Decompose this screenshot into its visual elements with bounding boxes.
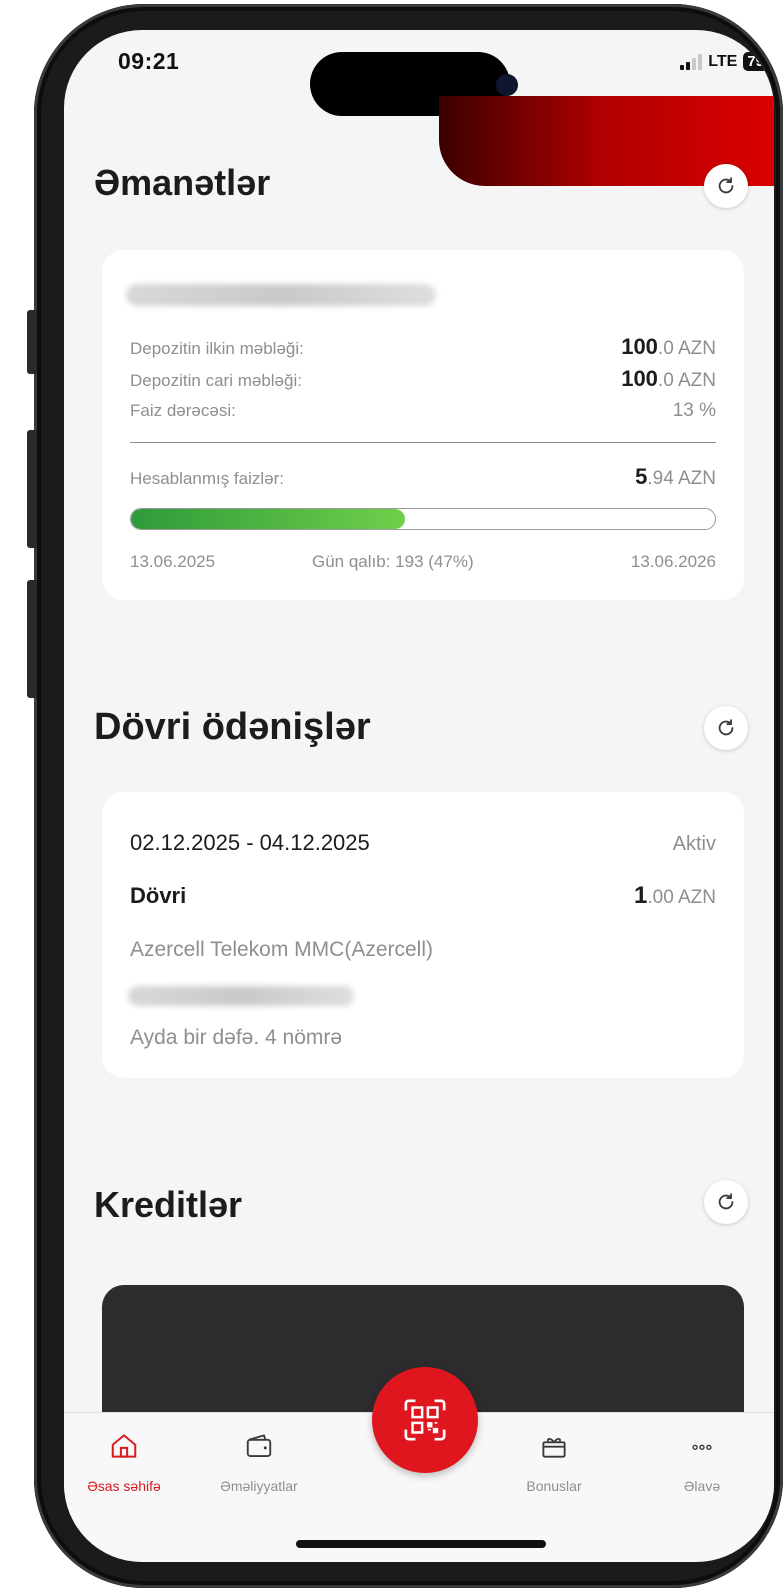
periodic-payment-card[interactable]: 02.12.2025 - 04.12.2025 Aktiv Dövri 1.00… xyxy=(102,792,744,1078)
action-button xyxy=(27,310,37,374)
refresh-icon xyxy=(718,1193,734,1210)
loans-title: Kreditlər xyxy=(94,1184,243,1225)
deposit-card[interactable]: Depozitin ilkin məbləği: 100.0 AZN Depoz… xyxy=(102,250,744,600)
status-time: 09:21 xyxy=(118,48,180,74)
periodic-type-row: Dövri 1.00 AZN xyxy=(130,882,716,909)
deposit-account-redacted xyxy=(126,284,436,306)
volume-up-button xyxy=(27,430,37,548)
signal-icon xyxy=(680,53,703,70)
deposit-current-row: Depozitin cari məbləği: 100.0 AZN xyxy=(130,366,716,391)
periodic-status: Aktiv xyxy=(672,833,716,855)
periodic-title: Dövri ödənişlər xyxy=(94,706,371,748)
deposits-title: Əmanətlər xyxy=(94,162,271,203)
tab-home-label: Əsas səhifə xyxy=(87,1478,161,1494)
tab-more-label: Əlavə xyxy=(683,1478,721,1494)
home-icon xyxy=(111,1434,137,1458)
tab-operations[interactable]: Əməliyyatlar xyxy=(204,1431,314,1494)
home-indicator xyxy=(296,1540,546,1548)
periodic-frequency: Ayda bir dəfə. 4 nömrə xyxy=(130,1026,343,1049)
front-camera xyxy=(496,74,518,96)
periodic-type: Dövri xyxy=(130,883,187,908)
more-icon xyxy=(692,1444,712,1450)
tab-home[interactable]: Əsas səhifə xyxy=(74,1431,174,1494)
qr-scan-button[interactable] xyxy=(372,1367,478,1473)
screen: 09:21 LTE 79 Əmanətlər Depozitin ilkin m… xyxy=(64,30,774,1562)
qr-code-icon xyxy=(404,1399,446,1441)
deposit-interest-row: Hesablanmış faizlər: 5.94 AZN xyxy=(130,464,716,489)
deposits-refresh-button[interactable] xyxy=(704,164,748,208)
refresh-icon xyxy=(718,177,734,194)
deposit-rate-row: Faiz dərəcəsi: 13 % xyxy=(130,400,716,421)
battery-icon: 79 xyxy=(743,52,768,71)
deposit-progress-bar xyxy=(130,508,716,530)
deposit-initial-row: Depozitin ilkin məbləği: 100.0 AZN xyxy=(130,334,716,359)
periodic-merchant: Azercell Telekom MMC(Azercell) xyxy=(130,938,434,961)
network-type: LTE xyxy=(708,52,738,70)
periodic-date-range: 02.12.2025 - 04.12.2025 xyxy=(130,830,370,855)
tab-bonuses[interactable]: Bonuslar xyxy=(504,1431,604,1494)
refresh-icon xyxy=(718,719,734,736)
periodic-header-row: 02.12.2025 - 04.12.2025 Aktiv xyxy=(130,830,716,856)
loans-refresh-button[interactable] xyxy=(704,1180,748,1224)
status-indicators: LTE 79 xyxy=(680,52,768,71)
tab-more[interactable]: Əlavə xyxy=(662,1431,742,1494)
periodic-refresh-button[interactable] xyxy=(704,706,748,750)
wallet-icon xyxy=(246,1434,272,1457)
deposit-days-left: Gün qalıb: 193 (47%) xyxy=(312,552,474,571)
tab-operations-label: Əməliyyatlar xyxy=(220,1478,298,1494)
deposit-end-date: 13.06.2026 xyxy=(630,552,716,571)
deposit-start-date: 13.06.2025 xyxy=(130,552,216,571)
periodic-number-redacted xyxy=(128,986,354,1006)
deposit-progress-fill xyxy=(131,509,406,529)
volume-down-button xyxy=(27,580,37,698)
gift-icon xyxy=(542,1438,566,1458)
deposit-divider xyxy=(130,442,716,443)
tab-bonuses-label: Bonuslar xyxy=(526,1478,582,1494)
